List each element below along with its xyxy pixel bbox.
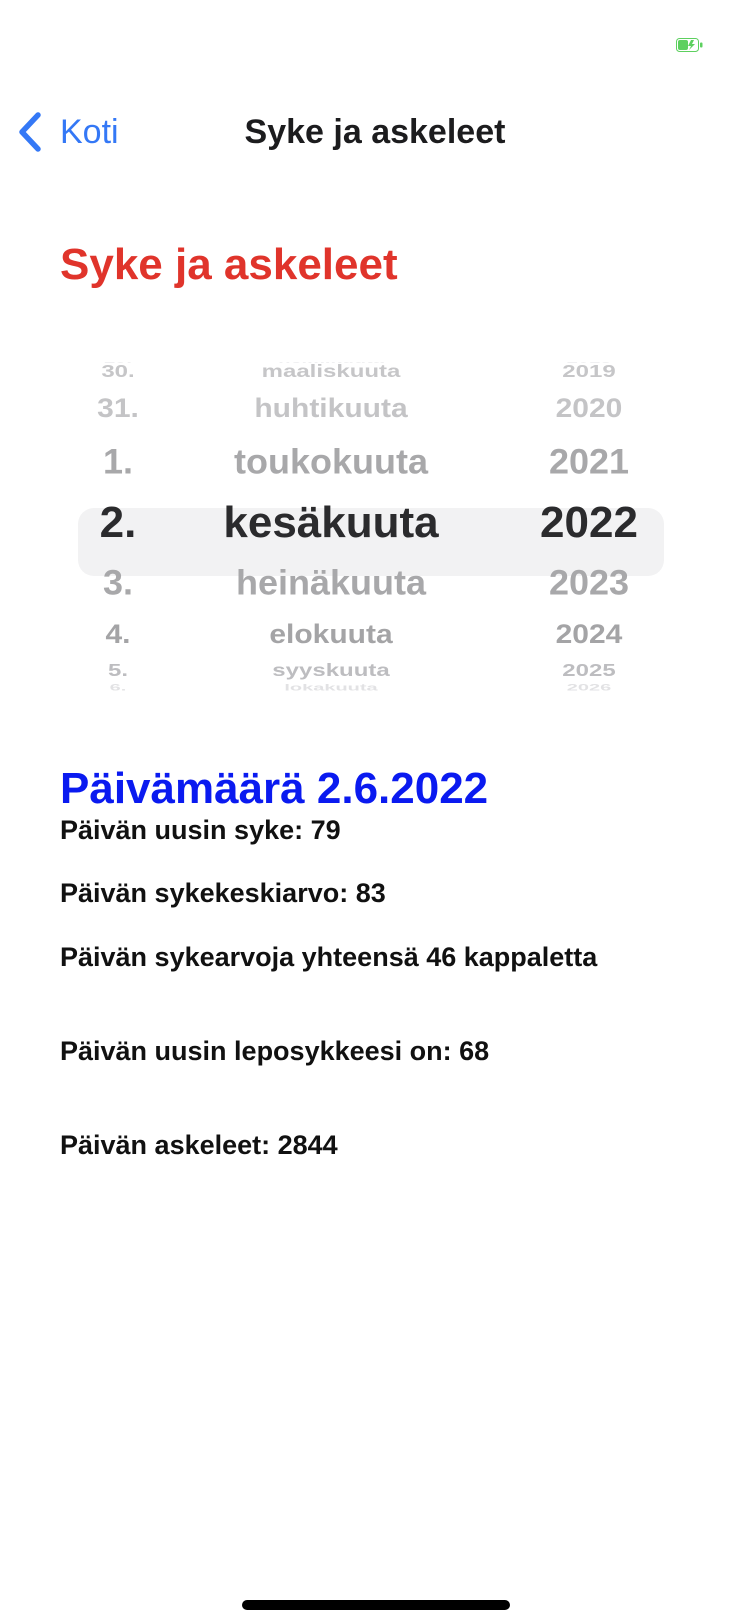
chevron-left-icon (19, 112, 41, 152)
back-button-label: Koti (60, 112, 119, 151)
year-wheel[interactable]: 201820192020202120222023202420252026 (514, 362, 664, 722)
month-wheel[interactable]: helmikuutamaaliskuutahuhtikuutatoukokuut… (196, 362, 466, 722)
picker-day-item[interactable]: 1. (76, 441, 160, 483)
picker-year-item[interactable]: 2019 (514, 362, 664, 382)
screen: Koti Syke ja askeleet Syke ja askeleet 2… (0, 0, 750, 1624)
picker-year-item[interactable]: 2023 (514, 562, 664, 604)
picker-month-item[interactable]: elokuuta (196, 619, 466, 651)
back-button[interactable]: Koti (16, 110, 119, 154)
picker-year-item[interactable]: 2021 (514, 441, 664, 483)
average-heart-rate: Päivän sykekeskiarvo: 83 (60, 878, 386, 908)
picker-year-item[interactable]: 2026 (514, 683, 664, 694)
picker-month-item[interactable]: lokakuuta (196, 683, 466, 694)
picker-day-item[interactable]: 5. (76, 661, 160, 682)
resting-heart-rate: Päivän uusin leposykkeesi on: 68 (60, 1036, 490, 1066)
steps-count: Päivän askeleet: 2844 (60, 1130, 338, 1160)
heart-rate-count: Päivän sykearvoja yhteensä 46 kappaletta (60, 942, 598, 972)
picker-year-item[interactable]: 2025 (514, 661, 664, 682)
picker-month-item[interactable]: heinäkuuta (196, 562, 466, 604)
picker-month-item[interactable]: syyskuuta (196, 661, 466, 682)
battery-charging-icon (676, 38, 703, 52)
picker-day-item-selected[interactable]: 2. (76, 497, 160, 550)
picker-month-item[interactable]: toukokuuta (196, 441, 466, 483)
picker-year-item[interactable]: 2024 (514, 619, 664, 651)
picker-day-item[interactable]: 31. (76, 393, 160, 425)
picker-year-item[interactable]: 2020 (514, 393, 664, 425)
page-heading: Syke ja askeleet (60, 240, 398, 289)
date-picker[interactable]: 29.30.31.1.2.3.4.5.6. helmikuutamaalisku… (0, 362, 750, 722)
picker-day-item[interactable]: 6. (76, 683, 160, 694)
date-heading: Päivämäärä 2.6.2022 (60, 764, 489, 813)
latest-heart-rate: Päivän uusin syke: 79 (60, 815, 341, 845)
picker-month-item-selected[interactable]: kesäkuuta (196, 497, 466, 550)
picker-year-item-selected[interactable]: 2022 (514, 497, 664, 550)
day-wheel[interactable]: 29.30.31.1.2.3.4.5.6. (76, 362, 160, 722)
picker-day-item[interactable]: 4. (76, 619, 160, 651)
picker-day-item[interactable]: 30. (76, 362, 160, 382)
picker-month-item[interactable]: huhtikuuta (196, 393, 466, 425)
picker-month-item[interactable]: maaliskuuta (196, 362, 466, 382)
home-indicator[interactable] (242, 1600, 510, 1610)
picker-day-item[interactable]: 3. (76, 562, 160, 604)
